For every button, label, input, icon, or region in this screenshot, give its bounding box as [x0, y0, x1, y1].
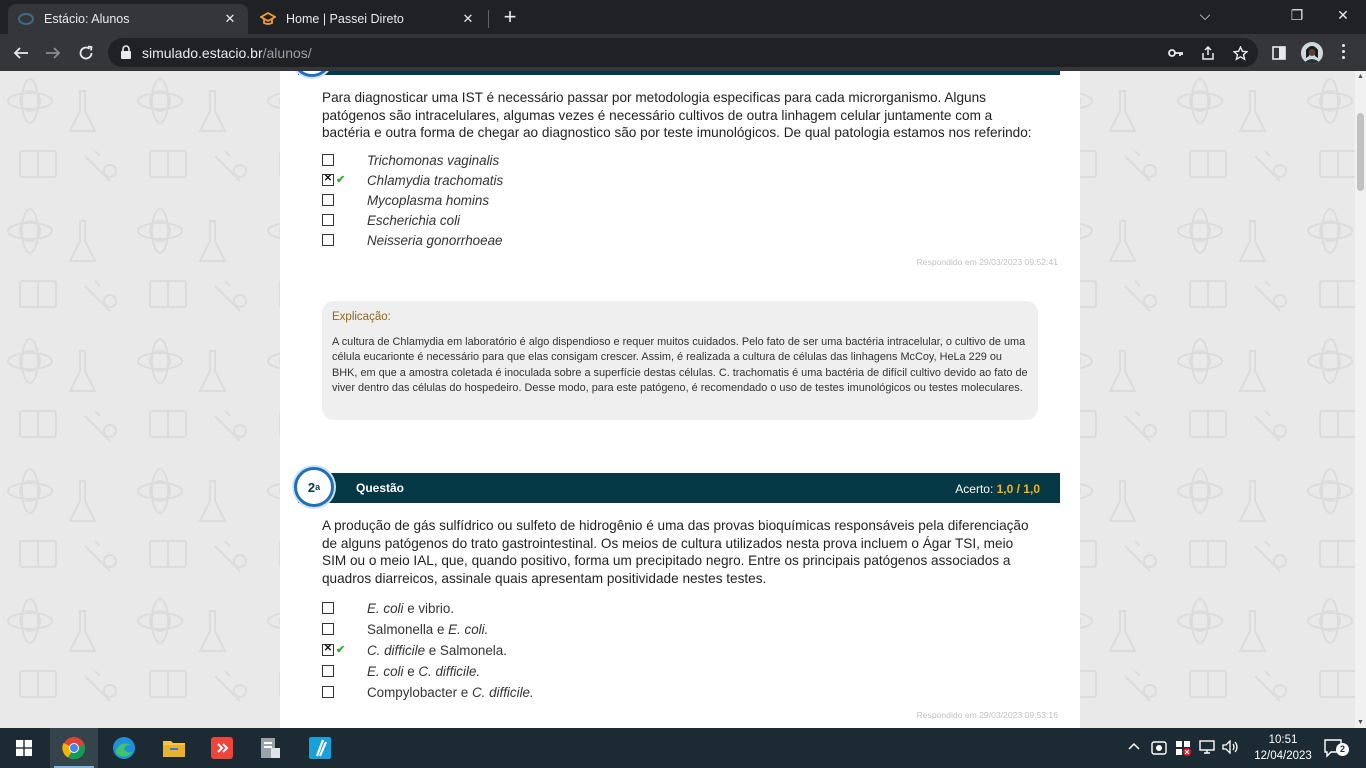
show-hidden-icons-icon[interactable]: [1128, 740, 1140, 754]
answer-option-label: E. coli e C. difficile.: [367, 664, 480, 679]
file-explorer-taskbar-icon[interactable]: [150, 728, 198, 768]
clock-date: 12/04/2023: [1254, 750, 1312, 762]
answer-option-label: Chlamydia trachomatis: [367, 173, 504, 188]
answer-checkbox[interactable]: [322, 214, 334, 226]
anydesk-taskbar-icon[interactable]: [198, 728, 246, 768]
correct-check-icon: ✔: [336, 644, 346, 656]
system-clock[interactable]: 10:51 12/04/2023: [1252, 732, 1314, 764]
tab-estacio-alunos[interactable]: Estácio: Alunos ✕: [8, 4, 248, 34]
tab-close-icon[interactable]: ✕: [222, 11, 238, 27]
document-app-taskbar-icon[interactable]: [246, 728, 294, 768]
answer-option-text-part: C. difficile: [367, 643, 426, 658]
scroll-up-arrow-icon[interactable]: ▲: [1355, 71, 1366, 82]
windows-start-icon[interactable]: [0, 728, 48, 768]
answer-option-text-part: C. difficile.: [471, 685, 534, 700]
back-button[interactable]: [8, 40, 34, 66]
answer-checkbox[interactable]: [322, 686, 334, 698]
exam-page: Para diagnosticar uma IST é necessário p…: [280, 71, 1080, 728]
edge-taskbar-icon[interactable]: [100, 728, 148, 768]
blue-app-taskbar-icon[interactable]: [296, 728, 344, 768]
answer-option-label: Compylobacter e C. difficile.: [367, 685, 534, 700]
question-2-header-bar: Questão Acerto: 1,0 / 1,0: [298, 473, 1060, 503]
answer-checkbox[interactable]: [322, 154, 334, 166]
answer-option-text-part: C. difficile.: [418, 664, 481, 679]
question-2-stem: A produção de gás sulfídrico ou sulfeto …: [322, 518, 1029, 586]
answer-checkbox[interactable]: [322, 665, 334, 677]
lock-icon[interactable]: [120, 45, 132, 64]
tab-title: Home | Passei Direto: [286, 12, 404, 26]
tab-search-button[interactable]: ⌵: [1182, 0, 1228, 30]
reload-button[interactable]: [73, 40, 99, 66]
answer-checkbox[interactable]: [322, 194, 334, 206]
close-window-button[interactable]: ✕: [1320, 0, 1366, 30]
question-label: Questão: [356, 481, 405, 495]
answer-option-text-part: e: [403, 664, 419, 679]
notifications-icon[interactable]: 2: [1324, 738, 1349, 761]
chrome-taskbar-icon[interactable]: [50, 728, 98, 768]
explanation-title: Explicação:: [332, 311, 391, 323]
question-2-score: Acerto: 1,0 / 1,0: [955, 482, 1040, 496]
url-text: simulado.estacio.br/alunos/: [142, 45, 312, 61]
tab-passei-direto[interactable]: Home | Passei Direto ✕: [250, 4, 486, 34]
page-scrollbar[interactable]: ▲ ▼: [1355, 71, 1366, 728]
tab-strip: Estácio: Alunos ✕ Home | Passei Direto ✕…: [0, 0, 1366, 34]
answer-option-text-part: Salmonella e: [367, 622, 449, 637]
correct-check-icon: ✔: [336, 174, 346, 186]
answer-option-label: C. difficile e Salmonela.: [367, 643, 507, 658]
scrollbar-thumb[interactable]: [1357, 113, 1364, 191]
answer-option-text-part: Compylobacter e: [367, 685, 472, 700]
question-2-answered-timestamp: Respondido em 29/03/2023 09:53:16: [916, 710, 1058, 720]
profile-avatar[interactable]: [1301, 42, 1323, 64]
estacio-favicon-icon: [18, 11, 34, 27]
question-1-answered-timestamp: Respondido em 29/03/2023 09:52:41: [916, 257, 1058, 267]
answer-option-text-part: E. coli.: [448, 622, 489, 637]
volume-icon[interactable]: [1222, 739, 1240, 757]
explanation-text: A cultura de Chlamydia em laboratório é …: [332, 336, 1028, 395]
answer-checkbox[interactable]: [322, 623, 334, 635]
answer-option-text-part: e vibrio.: [403, 601, 455, 616]
bookmark-star-icon[interactable]: [1232, 45, 1248, 61]
security-shield-icon[interactable]: [1175, 740, 1191, 759]
tab-close-icon[interactable]: ✕: [460, 11, 476, 27]
restore-window-button[interactable]: ❐: [1274, 0, 1320, 30]
share-icon[interactable]: [1200, 45, 1216, 61]
answer-option-label: Mycoplasma homins: [367, 193, 490, 208]
answer-option-label: E. coli e vibrio.: [367, 601, 454, 616]
passei-direto-favicon-icon: [260, 11, 276, 27]
answer-option-text-part: E. coli: [367, 601, 404, 616]
network-icon[interactable]: [1199, 740, 1215, 757]
question-1-header-bar: [298, 71, 1060, 75]
question-2-number-badge: 2a: [294, 467, 334, 507]
tab-title: Estácio: Alunos: [44, 12, 130, 26]
answer-option-text-part: e Salmonela.: [425, 643, 507, 658]
new-tab-button[interactable]: +: [498, 6, 522, 30]
question-1-explanation-box: Explicação: A cultura de Chlamydia em la…: [322, 301, 1038, 420]
page-viewport: Para diagnosticar uma IST é necessário p…: [0, 71, 1366, 728]
answer-option-label: Escherichia coli: [367, 213, 461, 228]
side-panel-icon[interactable]: [1270, 44, 1288, 62]
answer-option-label: Trichomonas vaginalis: [367, 153, 500, 168]
key-icon[interactable]: [1168, 45, 1184, 61]
answer-option-label: Neisseria gonorrhoeae: [367, 233, 503, 248]
answer-checkbox[interactable]: [322, 643, 334, 656]
windows-taskbar: 10:51 12/04/2023 2: [0, 728, 1366, 768]
browser-menu-icon[interactable]: [1340, 42, 1346, 62]
answer-checkbox[interactable]: [322, 173, 334, 186]
browser-toolbar: simulado.estacio.br/alunos/: [0, 34, 1366, 71]
answer-checkbox[interactable]: [322, 234, 334, 246]
scroll-down-arrow-icon[interactable]: ▼: [1355, 717, 1366, 728]
forward-button[interactable]: [40, 40, 66, 66]
notifications-count: 2: [1336, 743, 1349, 756]
question-1-stem: Para diagnosticar uma IST é necessário p…: [322, 90, 1032, 140]
answer-option-text-part: E. coli: [367, 664, 404, 679]
tab-separator: [488, 10, 489, 28]
address-bar[interactable]: simulado.estacio.br/alunos/: [108, 38, 1258, 67]
answer-checkbox[interactable]: [322, 602, 334, 614]
answer-option-label: Salmonella e E. coli.: [367, 622, 488, 637]
clock-time: 10:51: [1268, 734, 1298, 746]
tray-app-icon[interactable]: [1151, 740, 1167, 759]
